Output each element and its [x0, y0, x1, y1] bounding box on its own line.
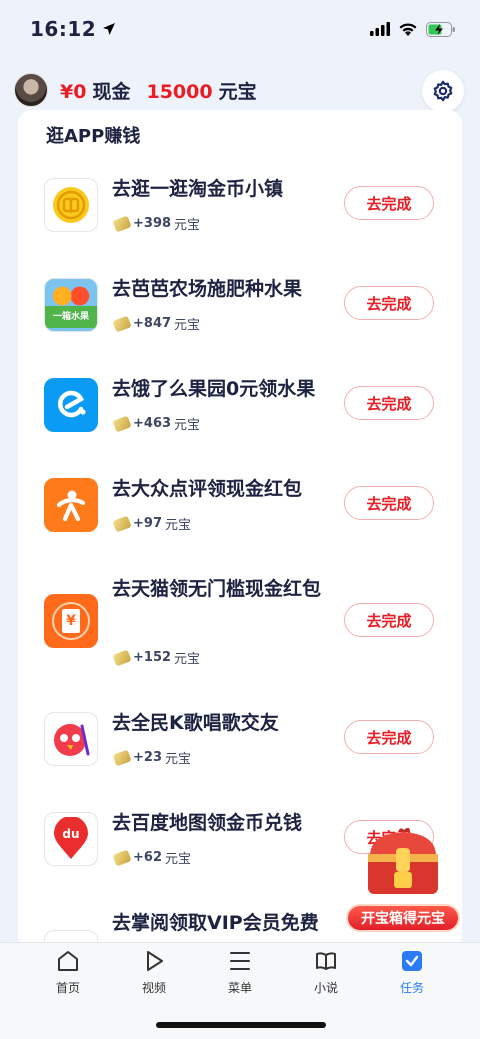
task-reward: +62 元宝: [112, 848, 191, 867]
dianping-icon: [44, 478, 98, 532]
tmall-coupon-icon: ¥: [44, 594, 98, 648]
yuanbao-coin-icon: [112, 315, 132, 332]
gear-icon: [433, 80, 453, 102]
reward-amount: +463: [133, 416, 172, 431]
task-complete-button[interactable]: 去完成: [344, 603, 434, 637]
yuanbao-coin-icon: [112, 849, 132, 866]
task-title: 去大众点评领现金红包: [112, 478, 303, 500]
task-title: 去逛一逛淘金币小镇: [112, 178, 284, 200]
task-title: 去全民K歌唱歌交友: [112, 712, 279, 734]
tab-label: 视频: [141, 981, 166, 995]
reward-unit: 元宝: [164, 518, 191, 533]
baidu-map-icon: du: [44, 812, 98, 866]
tab-label: 小说: [313, 981, 338, 995]
reward-unit: 元宝: [164, 752, 191, 767]
baidu-du-label: du: [62, 827, 79, 841]
treasure-label: 开宝箱得元宝: [346, 904, 460, 932]
treasure-chest-button[interactable]: 开宝箱得元宝: [346, 826, 460, 936]
reward-amount: +62: [133, 850, 162, 865]
battery-charging-icon: [426, 21, 455, 37]
location-arrow-icon: [103, 23, 116, 35]
task-reward: +847 元宝: [112, 314, 201, 333]
task-item: 一箱水果 去芭芭农场施肥种水果 +847 元宝 去完成: [18, 274, 462, 374]
home-indicator: [156, 1022, 326, 1028]
eleme-icon: [44, 378, 98, 432]
tab-video[interactable]: 视频: [118, 949, 190, 1003]
task-item: ¥ 去天猫领无门槛现金红包 +152 元宝 去完成: [18, 574, 462, 708]
home-icon: [58, 951, 78, 971]
task-item: 去大众点评领现金红包 +97 元宝 去完成: [18, 474, 462, 574]
task-title: 去天猫领无门槛现金红包: [112, 578, 322, 600]
reward-amount: +398: [133, 216, 172, 231]
avatar[interactable]: [14, 73, 48, 107]
status-bar: 16:12: [0, 0, 480, 58]
cash-label: 现金: [92, 80, 131, 103]
task-complete-button[interactable]: 去完成: [344, 386, 434, 420]
fruit-box-icon: 一箱水果: [44, 278, 98, 332]
task-item: 去全民K歌唱歌交友 +23 元宝 去完成: [18, 708, 462, 808]
task-complete-button[interactable]: 去完成: [344, 720, 434, 754]
task-complete-button[interactable]: 去完成: [344, 486, 434, 520]
tab-novel[interactable]: 小说: [290, 949, 362, 1003]
task-check-icon: [402, 951, 422, 971]
yuanbao-coin-icon: [112, 649, 132, 666]
tab-label: 首页: [55, 981, 80, 995]
status-time: 16:12: [30, 17, 116, 41]
menu-icon: [230, 952, 250, 970]
reward-unit: 元宝: [174, 318, 201, 333]
reward-unit: 元宝: [174, 652, 201, 667]
status-icons: [370, 21, 456, 37]
task-reward: +23 元宝: [112, 748, 191, 767]
reward-amount: +97: [133, 516, 162, 531]
tab-menu[interactable]: 菜单: [204, 949, 276, 1003]
tab-label: 菜单: [227, 981, 252, 995]
section-title: 逛APP赚钱: [46, 126, 141, 147]
fruit-shape: [49, 286, 93, 306]
task-item: 去饿了么果园0元领水果 +463 元宝 去完成: [18, 374, 462, 474]
coupon-yen-label: ¥: [62, 609, 80, 633]
task-reward: +398 元宝: [112, 214, 201, 233]
tab-label: 任务: [399, 981, 424, 995]
task-reward: +97 元宝: [112, 514, 191, 533]
yuanbao-label: 元宝: [218, 80, 257, 103]
cellular-signal-icon: [370, 22, 390, 36]
yuanbao-amount: 15000: [146, 80, 213, 103]
coupon-circle: ¥: [52, 602, 90, 640]
time-text: 16:12: [30, 17, 97, 41]
task-reward: +463 元宝: [112, 414, 201, 433]
task-complete-button[interactable]: 去完成: [344, 286, 434, 320]
task-title: 去饿了么果园0元领水果: [112, 378, 316, 400]
wifi-icon: [399, 22, 417, 36]
tab-home[interactable]: 首页: [32, 949, 104, 1003]
reward-amount: +152: [133, 650, 172, 665]
task-list-card: 逛APP赚钱 去逛一逛淘金币小镇 +398 元宝 去完成 一箱水果 去芭芭农场施肥…: [18, 110, 462, 950]
yuanbao-coin-icon: [112, 749, 132, 766]
yuanbao-coin-icon: [112, 215, 132, 232]
task-complete-button[interactable]: 去完成: [344, 186, 434, 220]
kge-icon: [44, 712, 98, 766]
task-title: 去百度地图领金币兑钱: [112, 812, 303, 834]
yuanbao-coin-icon: [112, 415, 132, 432]
reward-unit: 元宝: [174, 218, 201, 233]
balance-summary: ¥0 现金 15000 元宝: [60, 77, 257, 104]
reward-unit: 元宝: [174, 418, 201, 433]
cash-amount: ¥0: [60, 80, 87, 103]
task-title: 去掌阅领取VIP会员免费: [112, 912, 319, 934]
gold-coin-icon: [44, 178, 98, 232]
fruit-box-label: 一箱水果: [45, 306, 97, 328]
reward-unit: 元宝: [164, 852, 191, 867]
task-title: 去芭芭农场施肥种水果: [112, 278, 303, 300]
tab-task[interactable]: 任务: [376, 949, 448, 1003]
treasure-chest-icon: [368, 827, 438, 894]
reward-amount: +23: [133, 750, 162, 765]
reward-amount: +847: [133, 316, 172, 331]
task-item: 去逛一逛淘金币小镇 +398 元宝 去完成: [18, 174, 462, 274]
play-icon: [147, 951, 163, 971]
book-icon: [316, 952, 336, 970]
settings-button[interactable]: [422, 70, 464, 112]
yuanbao-coin-icon: [112, 515, 132, 532]
task-reward: +152 元宝: [112, 648, 201, 667]
